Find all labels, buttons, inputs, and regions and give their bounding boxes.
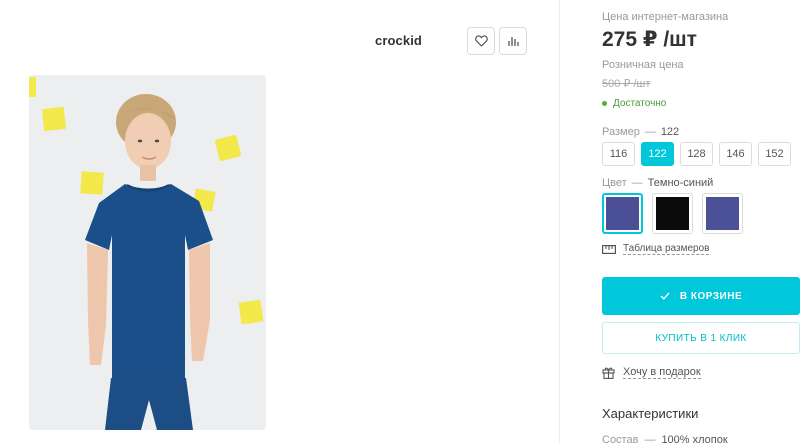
color-label-row: Цвет — Темно-синий [602,177,713,189]
pane-divider [559,0,560,443]
composition-row: Состав — 100% хлопок [602,434,728,443]
size-dash: — [644,126,656,138]
color-swatch-blue[interactable] [702,193,743,234]
one-click-buy-button[interactable]: КУПИТЬ В 1 КЛИК [602,322,800,354]
color-label: Цвет [602,177,627,189]
gift-link[interactable]: Хочу в подарок [602,366,701,379]
product-photo[interactable] [29,75,266,430]
bar-chart-icon [508,37,519,46]
cart-button-label: В КОРЗИНЕ [679,290,743,302]
color-swatch-black[interactable] [652,193,693,234]
product-gallery: crockid [0,0,560,443]
composition-value: 100% хлопок [661,434,728,443]
color-swatch-fill [606,197,639,230]
size-option-146[interactable]: 146 [719,142,752,166]
characteristics-title: Характеристики [602,406,699,421]
ruler-icon [602,244,616,254]
stock-dot-icon [602,101,607,106]
size-option-152[interactable]: 152 [758,142,791,166]
compare-button[interactable] [499,27,527,55]
size-option-122[interactable]: 122 [641,142,674,166]
size-table-text: Таблица размеров [623,243,710,255]
size-table-link[interactable]: Таблица размеров [602,243,710,255]
one-click-label: КУПИТЬ В 1 КЛИК [655,332,747,344]
check-icon [660,292,670,300]
gift-icon [602,367,615,379]
brand-logo-text: crockid [375,33,422,48]
shop-price: 275 ₽ /шт [602,28,697,51]
color-selected: Темно-синий [647,177,714,189]
favorite-button[interactable] [467,27,495,55]
color-swatch-fill [656,197,689,230]
heart-icon [474,35,488,47]
size-selected: 122 [660,126,680,138]
size-label-row: Размер — 122 [602,126,679,138]
size-label: Размер [602,126,640,138]
color-dash: — [631,177,643,189]
size-options: 116 122 128 146 152 [602,142,791,166]
gift-text: Хочу в подарок [623,366,701,379]
stock-status: Достаточно [602,98,666,109]
color-swatch-navy[interactable] [602,193,643,234]
retail-price-label: Розничная цена [602,59,684,71]
shop-price-label: Цена интернет-магазина [602,11,729,23]
color-options [602,193,743,234]
retail-price: 500 ₽ /шт [602,78,651,90]
size-option-128[interactable]: 128 [680,142,713,166]
size-option-116[interactable]: 116 [602,142,635,166]
composition-dash: — [644,434,656,443]
color-swatch-fill [706,197,739,230]
stock-text: Достаточно [613,98,667,109]
composition-label: Состав [602,434,639,443]
brand-logo[interactable]: crockid [375,33,422,48]
cart-button[interactable]: В КОРЗИНЕ [602,277,800,315]
